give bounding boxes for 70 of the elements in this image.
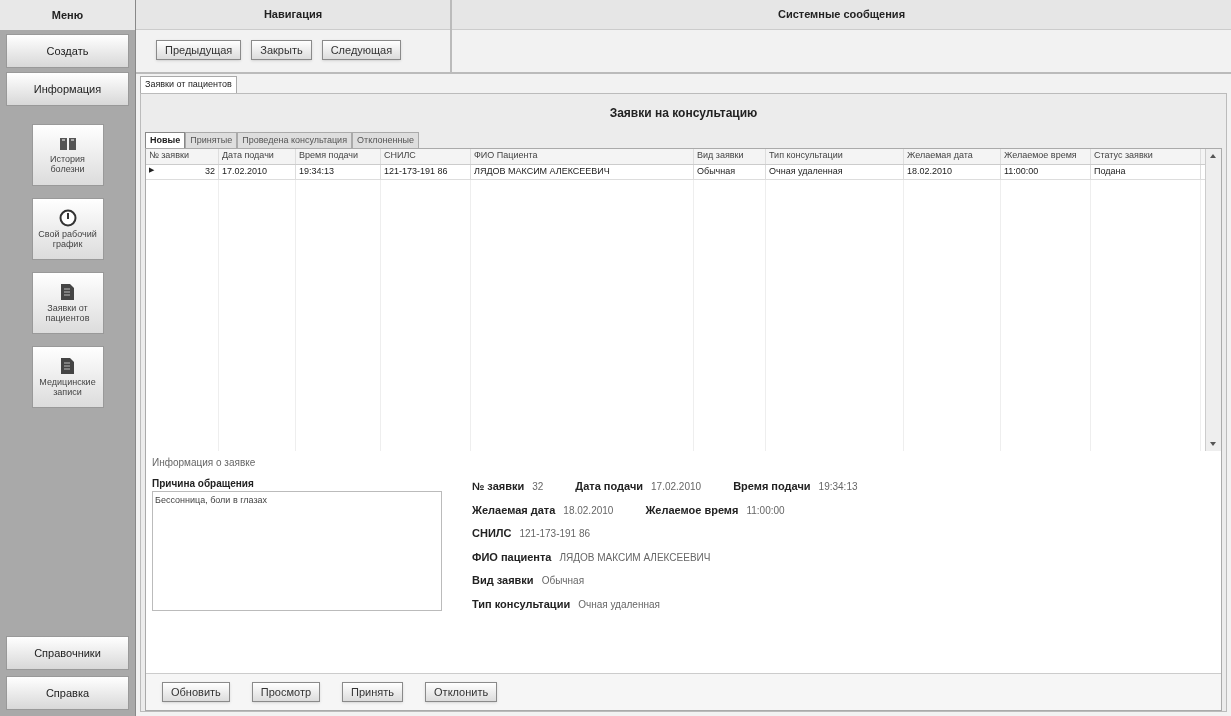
panel-title: Навигация <box>136 0 450 30</box>
scrollbar[interactable] <box>1205 149 1221 451</box>
navigation-button[interactable]: Следующая <box>321 40 402 60</box>
column-header[interactable]: Желаемая дата <box>904 149 1001 164</box>
menu-button[interactable]: Создать <box>6 34 129 68</box>
field-label: Дата подачи <box>575 479 644 494</box>
field-value: 18.02.2010 <box>563 503 614 518</box>
field-label: СНИЛС <box>472 526 512 541</box>
column-header[interactable]: СНИЛС <box>381 149 471 164</box>
column-header[interactable]: Желаемое время <box>1001 149 1091 164</box>
reason-field[interactable]: Бессонница, боли в глазах <box>152 491 442 611</box>
column-header[interactable]: Вид заявки <box>694 149 766 164</box>
table-cell-text: 32 <box>205 165 215 178</box>
table-cell: ЛЯДОВ МАКСИМ АЛЕКСЕЕВИЧ <box>474 166 610 176</box>
table-cell: Обычная <box>697 166 736 176</box>
table-cell: 121-173-191 86 <box>384 166 448 176</box>
table-cell: 11:00:00 <box>1004 166 1039 176</box>
action-button[interactable]: Просмотр <box>251 682 321 702</box>
menu-tile[interactable]: Медицинские записи <box>31 346 104 408</box>
document-tab[interactable]: Заявки от пациентов <box>140 76 237 93</box>
field-value: Очная удаленная <box>578 597 660 612</box>
field-label: № заявки <box>472 479 525 494</box>
menu-button[interactable]: Справочники <box>6 636 129 670</box>
field-label: Вид заявки <box>472 573 534 588</box>
column-header[interactable]: № заявки <box>146 149 219 164</box>
menu-tile[interactable]: История болезни <box>31 124 104 186</box>
field-label: Желаемое время <box>645 502 739 518</box>
action-button[interactable]: Обновить <box>162 682 230 702</box>
tab[interactable]: Принятые <box>185 131 238 148</box>
tab[interactable]: Проведена консультация <box>237 131 353 148</box>
field-value: 11:00:00 <box>746 503 785 518</box>
table-cell: 18.02.2010 <box>907 166 953 176</box>
document-icon <box>59 357 76 375</box>
field-label: ФИО пациента <box>472 549 552 565</box>
menu-button[interactable]: Справка <box>6 676 129 710</box>
table-cell: Очная удаленная <box>769 166 843 176</box>
menu-tile[interactable]: Заявки от пациентов <box>31 272 104 334</box>
field-label: Причина обращения <box>152 477 255 491</box>
details-title: Информация о заявке <box>151 456 257 470</box>
navigation-button[interactable]: Закрыть <box>251 40 312 60</box>
field-label: Тип консультации <box>472 596 571 612</box>
tab[interactable]: Новые <box>145 131 186 148</box>
column-header[interactable]: Тип консультации <box>766 149 904 164</box>
table-cell: Подана <box>1094 166 1126 176</box>
book-icon <box>58 136 77 152</box>
tab[interactable]: Отклоненные <box>352 131 419 148</box>
column-header[interactable]: Статус заявки <box>1091 149 1201 164</box>
column-header[interactable]: Время подачи <box>296 149 381 164</box>
field-value: 19:34:13 <box>818 480 858 494</box>
field-value: Обычная <box>541 574 585 588</box>
action-button[interactable]: Принять <box>342 682 404 702</box>
panel-title: Меню <box>0 0 135 30</box>
menu-tile[interactable]: Свой рабочий график <box>31 198 104 260</box>
document-icon <box>59 283 76 301</box>
table-cell: 19:34:13 <box>299 166 335 176</box>
panel-title: Системные сообщения <box>452 0 1231 30</box>
clock-icon <box>58 209 77 227</box>
field-value: ЛЯДОВ МАКСИМ АЛЕКСЕЕВИЧ <box>559 550 711 565</box>
field-value: 32 <box>532 480 544 494</box>
navigation-button[interactable]: Предыдущая <box>156 40 242 60</box>
menu-button[interactable]: Информация <box>6 72 129 106</box>
column-header[interactable]: ФИО Пациента <box>471 149 694 164</box>
table-cell: 17.02.2010 <box>222 166 268 176</box>
field-value: 17.02.2010 <box>651 480 702 494</box>
field-label: Желаемая дата <box>472 502 556 518</box>
column-header[interactable]: Дата подачи <box>219 149 296 164</box>
page-title: Заявки на консультацию <box>608 104 759 122</box>
field-value: 121-173-191 86 <box>519 527 591 541</box>
field-label: Время подачи <box>733 479 811 494</box>
action-button[interactable]: Отклонить <box>425 682 498 702</box>
